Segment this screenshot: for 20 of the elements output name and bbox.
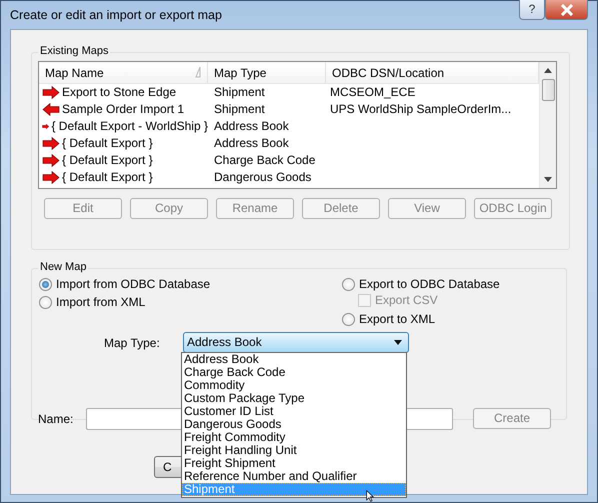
map-type: Dangerous Goods <box>213 170 312 185</box>
map-type: Shipment <box>213 85 266 100</box>
map-type: Address Book <box>213 119 290 134</box>
map-name: { Default Export - WorldShip } <box>51 119 208 134</box>
map-name: { Default Export } <box>62 153 153 168</box>
column-label: Map Name <box>45 66 104 79</box>
map-name: { Default Export } <box>62 170 153 185</box>
group-title: Existing Maps <box>38 45 110 58</box>
group-title: New Map <box>38 261 88 274</box>
field-label: Name: <box>38 412 74 426</box>
map-name: Sample Order Import 1 <box>62 102 184 117</box>
map-location: MCSEOM_ECE <box>330 85 416 100</box>
map-name: Export to Stone Edge <box>62 85 176 100</box>
map-name: { Default Export } <box>62 136 153 151</box>
map-type: Charge Back Code <box>213 153 316 168</box>
window-title: Create or edit an import or export map <box>10 8 222 22</box>
field-label: Map Type: <box>104 336 160 350</box>
map-location: UPS WorldShip SampleOrderIm... <box>330 102 512 116</box>
map-type: Address Book <box>213 136 290 151</box>
map-type: Shipment <box>213 102 266 117</box>
